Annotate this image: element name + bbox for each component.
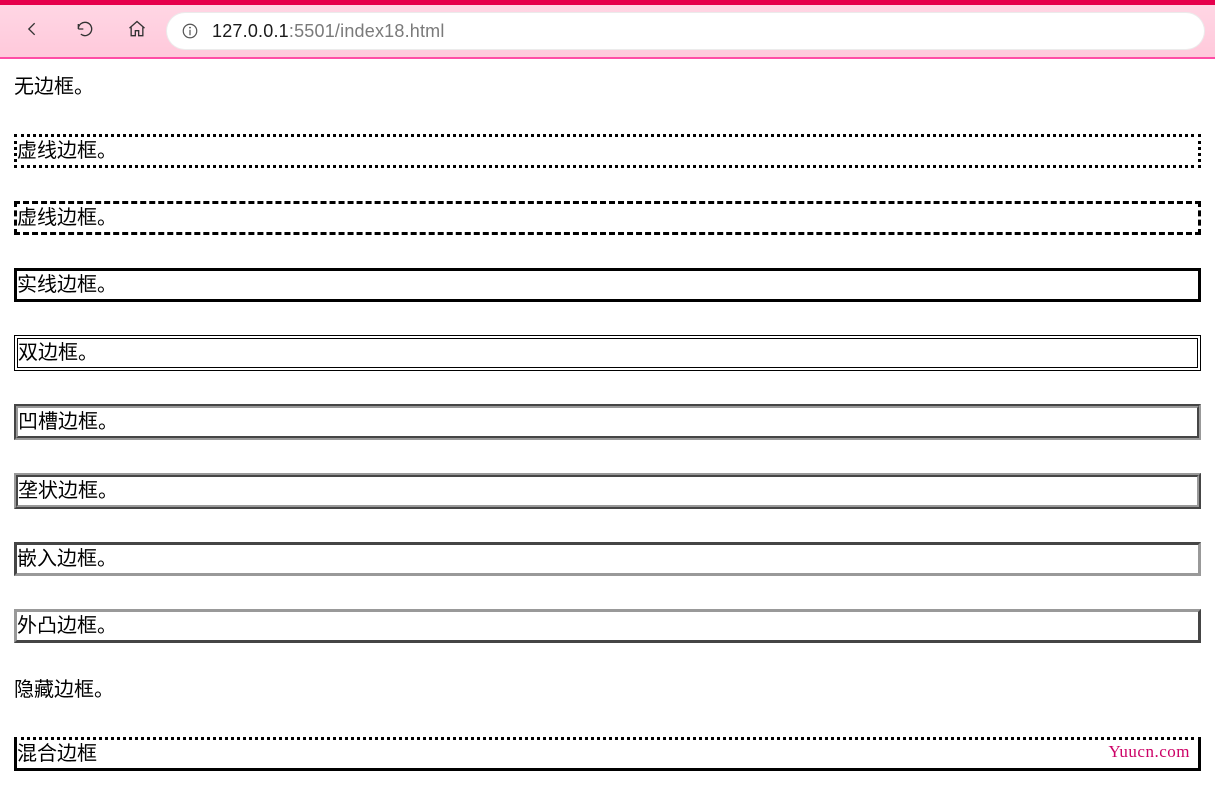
address-bar[interactable]: 127.0.0.1:5501/index18.html — [166, 12, 1205, 50]
border-demo-groove: 凹槽边框。 — [14, 404, 1201, 440]
url-text: 127.0.0.1:5501/index18.html — [212, 21, 445, 42]
border-demo-none: 无边框。 — [14, 73, 1201, 101]
back-icon — [23, 19, 43, 44]
watermark: Yuucn.com — [1109, 738, 1190, 766]
browser-toolbar: 127.0.0.1:5501/index18.html — [0, 5, 1215, 59]
border-demo-ridge: 垄状边框。 — [14, 473, 1201, 509]
border-demo-solid: 实线边框。 — [14, 268, 1201, 302]
border-demo-outset: 外凸边框。 — [14, 609, 1201, 643]
url-path: :5501/index18.html — [289, 21, 445, 41]
home-icon — [127, 19, 147, 44]
border-demo-mixed-text: 混合边框 — [17, 743, 97, 765]
site-info-icon[interactable] — [180, 21, 200, 41]
page-content: 无边框。 虚线边框。 虚线边框。 实线边框。 双边框。 凹槽边框。 垄状边框。 … — [0, 59, 1215, 785]
refresh-button[interactable] — [62, 11, 108, 51]
border-demo-dotted: 虚线边框。 — [14, 134, 1201, 168]
border-demo-inset: 嵌入边框。 — [14, 542, 1201, 576]
border-demo-hidden: 隐藏边框。 — [14, 676, 1201, 704]
refresh-icon — [75, 19, 95, 44]
back-button[interactable] — [10, 11, 56, 51]
border-demo-mixed: 混合边框 Yuucn.com — [14, 737, 1201, 771]
border-demo-double: 双边框。 — [14, 335, 1201, 371]
home-button[interactable] — [114, 11, 160, 51]
border-demo-dashed: 虚线边框。 — [14, 201, 1201, 235]
url-host: 127.0.0.1 — [212, 21, 289, 41]
